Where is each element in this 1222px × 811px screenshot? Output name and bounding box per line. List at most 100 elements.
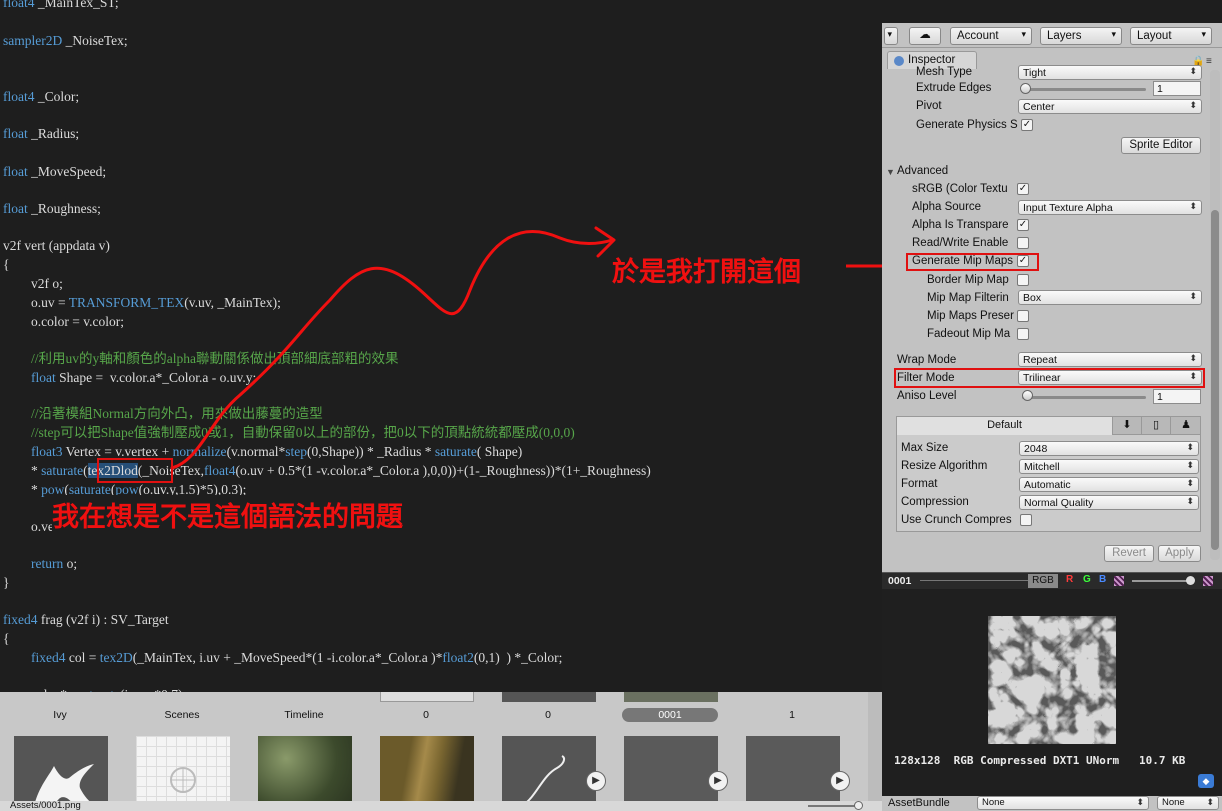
srgb-checkbox[interactable]: ✓ bbox=[1017, 183, 1029, 195]
format-dropdown[interactable]: Automatic bbox=[1019, 477, 1199, 492]
alpha-source-dropdown[interactable]: Input Texture Alpha bbox=[1018, 200, 1202, 215]
cloud-button[interactable]: ☁ bbox=[909, 27, 941, 45]
layers-dropdown[interactable]: Layers ▾ bbox=[1040, 27, 1122, 45]
inspector-scroll-thumb[interactable] bbox=[1211, 210, 1219, 550]
tag-icon[interactable]: ◆ bbox=[1198, 774, 1214, 788]
code-comment-line[interactable]: //step可以把Shape值強制壓成0或1，自動保留0以上的部份，把0以下的頂… bbox=[31, 424, 575, 442]
assetbundle-dropdown[interactable]: None bbox=[977, 796, 1149, 810]
fadeout-mip-maps-checkbox[interactable] bbox=[1017, 328, 1029, 340]
layout-dropdown[interactable]: Layout ▾ bbox=[1130, 27, 1212, 45]
max-size-dropdown[interactable]: 2048 bbox=[1019, 441, 1199, 456]
code-line[interactable]: v2f vert (appdata v) bbox=[3, 237, 110, 255]
code-line[interactable]: o.uv = TRANSFORM_TEX(v.uv, _MainTex); bbox=[31, 294, 281, 312]
code-line[interactable]: float _MoveSpeed; bbox=[3, 163, 106, 181]
code-line[interactable]: float4 _Color; bbox=[3, 88, 79, 106]
thumb-texture-0[interactable] bbox=[380, 736, 474, 811]
thumb-timeline-folder[interactable] bbox=[258, 736, 352, 811]
play-button-icon[interactable]: ▶ bbox=[708, 771, 728, 791]
compression-dropdown[interactable]: Normal Quality bbox=[1019, 495, 1199, 510]
filter-mode-highlight bbox=[894, 368, 1205, 388]
border-mip-map-checkbox[interactable] bbox=[1017, 274, 1029, 286]
code-line[interactable]: sampler2D _NoiseTex; bbox=[3, 32, 128, 50]
pivot-dropdown[interactable]: Center bbox=[1018, 99, 1202, 114]
compression-label: Compression bbox=[901, 496, 969, 508]
resize-algorithm-dropdown[interactable]: Mitchell bbox=[1019, 459, 1199, 474]
assetbundle-variant-dropdown[interactable]: None bbox=[1157, 796, 1219, 810]
alpha-transparency-checkbox[interactable]: ✓ bbox=[1017, 219, 1029, 231]
inspector-panel: Inspector 🔒 ≡ Mesh Type Tight Extrude Ed… bbox=[882, 48, 1222, 572]
project-item-label[interactable]: 0001 bbox=[622, 708, 718, 722]
thumb-scenes-folder[interactable] bbox=[136, 736, 230, 811]
extrude-edges-slider[interactable] bbox=[1022, 88, 1146, 91]
code-line[interactable]: o.color = v.color; bbox=[31, 313, 124, 331]
project-item-label[interactable]: Scenes bbox=[134, 709, 230, 721]
generate-physics-label: Generate Physics S bbox=[916, 119, 1018, 131]
green-channel-button[interactable]: G bbox=[1083, 574, 1091, 585]
tab-inspector-label: Inspector bbox=[908, 54, 956, 66]
thumb-asset-0001[interactable] bbox=[624, 736, 718, 811]
project-item-label[interactable]: 0 bbox=[500, 709, 596, 721]
menu-icon[interactable]: ≡ bbox=[1206, 56, 1216, 67]
generate-physics-checkbox[interactable]: ✓ bbox=[1021, 119, 1033, 131]
project-item-label[interactable]: 0 bbox=[378, 709, 474, 721]
revert-button[interactable]: Revert bbox=[1104, 545, 1154, 562]
read-write-checkbox[interactable] bbox=[1017, 237, 1029, 249]
thumb-asset-1[interactable] bbox=[746, 736, 840, 811]
mesh-type-dropdown[interactable]: Tight bbox=[1018, 65, 1202, 80]
account-dropdown[interactable]: Account ▾ bbox=[950, 27, 1032, 45]
tab-ios-platform[interactable]: ▯ bbox=[1142, 417, 1171, 435]
code-line[interactable]: float _Roughness; bbox=[3, 200, 101, 218]
apply-button[interactable]: Apply bbox=[1158, 545, 1201, 562]
play-button-icon[interactable]: ▶ bbox=[586, 771, 606, 791]
texture-preview: 128x128 RGB Compressed DXT1 UNorm 10.7 K… bbox=[882, 589, 1222, 796]
code-line[interactable]: return o; bbox=[31, 555, 77, 573]
code-comment-line[interactable]: //沿著模組Normal方向外凸，用來做出藤蔓的造型 bbox=[31, 405, 323, 423]
project-scrollbar[interactable] bbox=[868, 692, 882, 801]
extrude-edges-knob[interactable] bbox=[1020, 83, 1031, 94]
sprite-editor-button[interactable]: Sprite Editor bbox=[1121, 137, 1201, 154]
code-comment-line[interactable]: //利用uv的y軸和顏色的alpha聯動關係做出頂部細底部粗的效果 bbox=[31, 350, 399, 368]
code-line[interactable]: float Shape = v.color.a*_Color.a - o.uv.… bbox=[31, 369, 256, 387]
mip-map-filtering-dropdown[interactable]: Box bbox=[1018, 290, 1202, 305]
extrude-edges-field[interactable]: 1 bbox=[1153, 81, 1201, 96]
mip-level-icon[interactable] bbox=[1203, 576, 1213, 586]
crunch-compression-checkbox[interactable] bbox=[1020, 514, 1032, 526]
thumb-size-knob[interactable] bbox=[854, 801, 863, 810]
project-item-label[interactable]: Timeline bbox=[256, 709, 352, 721]
thumb-asset-0-curve[interactable] bbox=[502, 736, 596, 811]
advanced-foldout-label[interactable]: Advanced bbox=[897, 165, 948, 177]
project-item-label[interactable]: Ivy bbox=[12, 709, 108, 721]
code-line[interactable]: float _Radius; bbox=[3, 125, 79, 143]
code-line[interactable]: fixed4 col = tex2D(_MainTex, i.uv + _Mov… bbox=[31, 649, 562, 667]
tab-android-platform[interactable]: ♟ bbox=[1171, 417, 1201, 435]
layout-label: Layout bbox=[1137, 30, 1172, 42]
wrap-mode-dropdown[interactable]: Repeat bbox=[1018, 352, 1202, 367]
mip-level-knob[interactable] bbox=[1186, 576, 1195, 585]
thumb-size-slider[interactable] bbox=[808, 805, 858, 807]
tab-standalone-platform[interactable]: ⬇ bbox=[1113, 417, 1142, 435]
code-line[interactable]: float4 _MainTex_ST; bbox=[3, 0, 119, 12]
toolbar-left-dropdown[interactable]: ▾ bbox=[884, 27, 898, 45]
aniso-level-slider[interactable] bbox=[1022, 396, 1146, 399]
aniso-level-knob[interactable] bbox=[1022, 390, 1033, 401]
code-line[interactable]: v2f o; bbox=[31, 275, 63, 293]
blue-channel-button[interactable]: B bbox=[1099, 574, 1106, 585]
inspector-scrollbar[interactable] bbox=[1210, 70, 1220, 560]
aniso-level-field[interactable]: 1 bbox=[1153, 389, 1201, 404]
mip-maps-preserve-checkbox[interactable] bbox=[1017, 310, 1029, 322]
code-line[interactable]: { bbox=[3, 630, 9, 648]
play-button-icon[interactable]: ▶ bbox=[830, 771, 850, 791]
project-item-label[interactable]: 1 bbox=[744, 709, 840, 721]
code-line[interactable]: fixed4 frag (v2f i) : SV_Target bbox=[3, 611, 169, 629]
lock-icon[interactable]: 🔒 bbox=[1192, 56, 1204, 67]
rgb-channel-button[interactable]: RGB bbox=[1028, 574, 1058, 588]
chevron-down-icon: ▾ bbox=[1021, 29, 1026, 39]
mip-level-slider[interactable] bbox=[1132, 580, 1192, 582]
advanced-foldout-icon[interactable]: ▼ bbox=[886, 167, 895, 177]
tab-default-platform[interactable]: Default bbox=[897, 417, 1113, 435]
red-channel-button[interactable]: R bbox=[1066, 574, 1073, 585]
code-editor[interactable]: float4 _MainTex_ST; sampler2D _NoiseTex;f… bbox=[0, 0, 882, 692]
code-line[interactable]: { bbox=[3, 256, 9, 274]
code-line[interactable]: } bbox=[3, 574, 9, 592]
alpha-channel-icon[interactable] bbox=[1114, 576, 1124, 586]
